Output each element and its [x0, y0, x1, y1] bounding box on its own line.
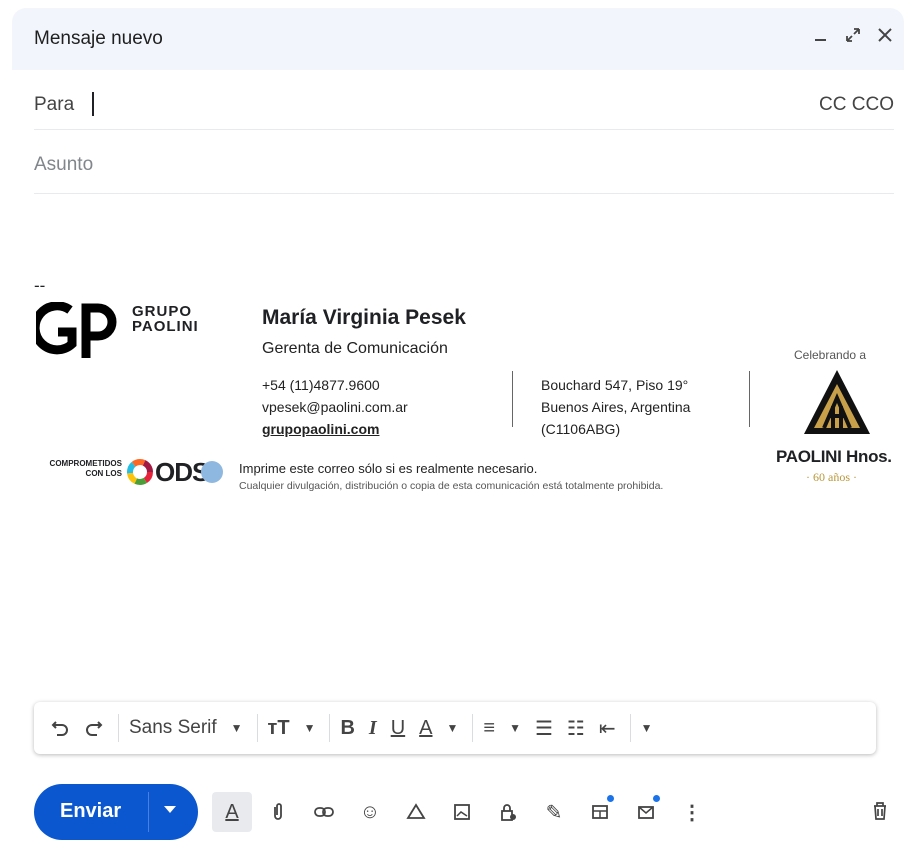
numbered-list-icon[interactable]: ☰: [535, 710, 553, 746]
close-icon[interactable]: [874, 26, 896, 48]
signature-name: María Virginia Pesek: [262, 306, 466, 329]
more-formatting-icon[interactable]: ▼: [641, 710, 653, 746]
notification-dot: [607, 795, 614, 802]
toolbar-separator: [256, 714, 258, 742]
signature-separator: --: [34, 276, 46, 295]
redo-icon[interactable]: [84, 710, 104, 746]
template-icon[interactable]: [580, 792, 620, 832]
toolbar-separator: [629, 714, 631, 742]
send-button[interactable]: Enviar: [34, 784, 198, 840]
group-name: GRUPO PAOLINI: [132, 303, 199, 335]
discard-icon[interactable]: [870, 800, 890, 828]
compose-titlebar[interactable]: Mensaje nuevo: [12, 8, 904, 70]
schedule-mail-icon[interactable]: [626, 792, 666, 832]
link-icon[interactable]: [304, 792, 344, 832]
window-controls: [810, 26, 896, 48]
subject-field[interactable]: Asunto: [34, 134, 894, 194]
email-signature: -- GRUPO PAOLINI María Virginia Pesek Ge…: [34, 276, 904, 516]
expand-icon[interactable]: [842, 26, 864, 48]
ods-ring-logo: [127, 459, 153, 485]
bottom-icons: A ☺ ✎ ⋮: [212, 792, 718, 832]
formatting-options-icon[interactable]: A: [212, 792, 252, 832]
drive-icon[interactable]: [396, 792, 436, 832]
toolbar-separator: [329, 714, 331, 742]
to-label: Para: [34, 94, 75, 115]
bold-icon[interactable]: B: [340, 710, 354, 746]
celebrating-label: Celebrando a: [794, 348, 867, 362]
chevron-down-icon[interactable]: ▼: [447, 710, 459, 746]
anniversary: · 60 años ·: [806, 470, 857, 484]
toolbar-separator: [472, 714, 474, 742]
attach-icon[interactable]: [258, 792, 298, 832]
text-color-icon[interactable]: A: [419, 710, 432, 746]
chevron-down-icon[interactable]: ▼: [231, 710, 243, 746]
chevron-down-icon[interactable]: ▼: [509, 710, 521, 746]
notification-dot: [653, 795, 660, 802]
paolini-logo: [804, 370, 870, 434]
ods-commitment: COMPROMETIDOS CON LOS: [49, 459, 122, 478]
phone: +54 (11)4877.9600: [262, 377, 380, 393]
bottom-toolbar: Enviar A ☺ ✎ ⋮: [34, 784, 896, 842]
send-label: Enviar: [60, 800, 122, 822]
print-notice: Imprime este correo sólo si es realmente…: [239, 461, 538, 476]
confidential-icon[interactable]: [488, 792, 528, 832]
signature-role: Gerenta de Comunicación: [262, 340, 448, 357]
font-family-select[interactable]: Sans Serif: [129, 710, 217, 746]
align-icon[interactable]: ≡: [483, 710, 495, 746]
send-options-icon[interactable]: [164, 806, 176, 813]
un-emblem-icon: [201, 461, 223, 483]
toolbar-separator: [118, 714, 119, 742]
website-link[interactable]: grupopaolini.com: [262, 418, 408, 440]
to-field-row[interactable]: Para CC CCO: [34, 78, 894, 130]
gp-logo: [36, 302, 117, 358]
company-name: PAOLINI Hnos.: [776, 447, 892, 466]
font-size-icon[interactable]: тT: [268, 710, 290, 746]
minimize-icon[interactable]: [810, 26, 832, 48]
emoji-icon[interactable]: ☺: [350, 792, 390, 832]
more-options-icon[interactable]: ⋮: [672, 792, 712, 832]
address-block: Bouchard 547, Piso 19° Buenos Aires, Arg…: [541, 377, 691, 437]
legal-notice: Cualquier divulgación, distribución o co…: [239, 480, 664, 492]
undo-icon[interactable]: [50, 710, 70, 746]
divider: [512, 371, 513, 427]
photo-icon[interactable]: [442, 792, 482, 832]
send-divider: [148, 792, 149, 832]
signature-icon[interactable]: ✎: [534, 792, 574, 832]
email[interactable]: vpesek@paolini.com.ar: [262, 396, 408, 418]
divider: [749, 371, 750, 427]
underline-icon[interactable]: U: [391, 710, 405, 746]
italic-icon[interactable]: I: [369, 710, 377, 746]
indent-less-icon[interactable]: ⇤: [599, 710, 616, 746]
formatting-toolbar: Sans Serif ▼ тT ▼ B I U A ▼ ≡ ▼ ☰ ☷ ⇤ ▼: [34, 702, 876, 754]
bulleted-list-icon[interactable]: ☷: [567, 710, 585, 746]
compose-window: Mensaje nuevo Para CC CCO Asunto -- GRUP…: [12, 8, 904, 854]
window-title: Mensaje nuevo: [34, 28, 163, 49]
contact-block: +54 (11)4877.9600 vpesek@paolini.com.ar …: [262, 374, 408, 440]
text-cursor: [92, 92, 94, 116]
subject-placeholder: Asunto: [34, 154, 94, 175]
cc-bcc-link[interactable]: CC CCO: [819, 94, 894, 116]
chevron-down-icon[interactable]: ▼: [304, 710, 316, 746]
